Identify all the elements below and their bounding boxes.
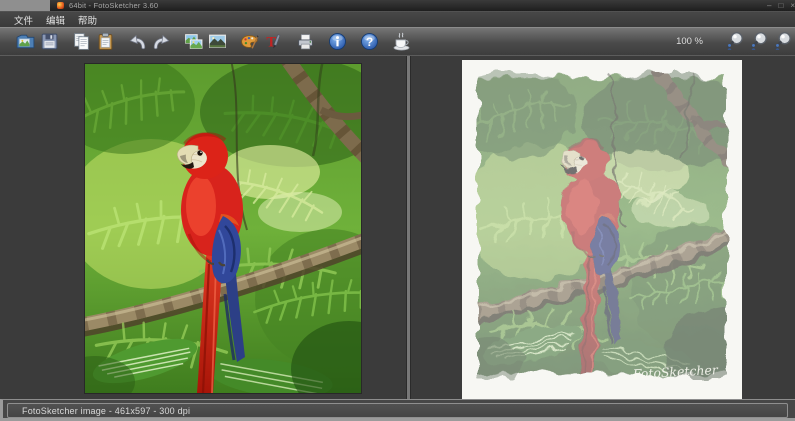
zoom-out-icon [748, 30, 770, 52]
open-image-button[interactable] [14, 30, 36, 53]
coffee-icon [391, 31, 412, 52]
original-image [85, 64, 361, 393]
menu-file[interactable]: 文件 [14, 13, 33, 27]
main-area: FotoSketcher [0, 55, 795, 399]
status-text: FotoSketcher image - 461x597 - 300 dpi [22, 405, 191, 416]
painted-panel: FotoSketcher [410, 56, 795, 399]
donate-coffee-button[interactable] [390, 30, 412, 53]
original-panel [0, 56, 406, 399]
compare-icon [183, 31, 204, 52]
menu-help[interactable]: 帮助 [78, 13, 97, 27]
zoom-in-icon [724, 30, 746, 52]
desktop-background [0, 0, 50, 11]
zoom-level: 100 % [676, 35, 703, 47]
paste-button[interactable] [94, 30, 116, 53]
maximize-button[interactable]: □ [778, 1, 783, 10]
window-title: 64bit - FotoSketcher 3.60 [69, 1, 159, 10]
helpq-icon [359, 31, 380, 52]
status-bar: FotoSketcher image - 461x597 - 300 dpi [0, 399, 795, 421]
zoom-cluster: 100 % [676, 27, 795, 55]
redo-button[interactable] [150, 30, 172, 53]
redo-icon [151, 31, 172, 52]
paste-icon [95, 31, 116, 52]
open-icon [15, 31, 36, 52]
palette-icon [239, 31, 260, 52]
title-bar: 64bit - FotoSketcher 3.60 – □ × [50, 0, 795, 11]
painted-image: FotoSketcher [462, 60, 742, 399]
undo-icon [127, 31, 148, 52]
print-button[interactable] [294, 30, 316, 53]
print-icon [295, 31, 316, 52]
status-field: FotoSketcher image - 461x597 - 300 dpi [7, 403, 788, 418]
save-icon [39, 31, 60, 52]
text-icon [263, 31, 284, 52]
drawing-parameters-button[interactable] [238, 30, 260, 53]
zoom-out-button[interactable] [747, 28, 771, 54]
zoom-buttons [723, 28, 795, 54]
window-controls: – □ × [767, 0, 795, 11]
app-icon [57, 2, 64, 9]
menu-edit[interactable]: 编辑 [46, 13, 65, 27]
save-image-button[interactable] [38, 30, 60, 53]
view-original-button[interactable] [206, 30, 228, 53]
zoom-fit-button[interactable] [771, 28, 795, 54]
photo-icon [207, 31, 228, 52]
add-text-button[interactable] [262, 30, 284, 53]
menu-bar: 文件 编辑 帮助 [0, 11, 795, 27]
copy-icon [71, 31, 92, 52]
compare-images-button[interactable] [182, 30, 204, 53]
info-icon [327, 31, 348, 52]
minimize-button[interactable]: – [767, 1, 771, 10]
close-button[interactable]: × [790, 1, 795, 10]
copy-button[interactable] [70, 30, 92, 53]
help-button[interactable] [358, 30, 380, 53]
zoom-in-button[interactable] [723, 28, 747, 54]
fotosketcher-window: 64bit - FotoSketcher 3.60 – □ × 文件 编辑 帮助 100… [0, 0, 795, 421]
zoom-fit-icon [772, 30, 794, 52]
about-button[interactable] [326, 30, 348, 53]
undo-button[interactable] [126, 30, 148, 53]
